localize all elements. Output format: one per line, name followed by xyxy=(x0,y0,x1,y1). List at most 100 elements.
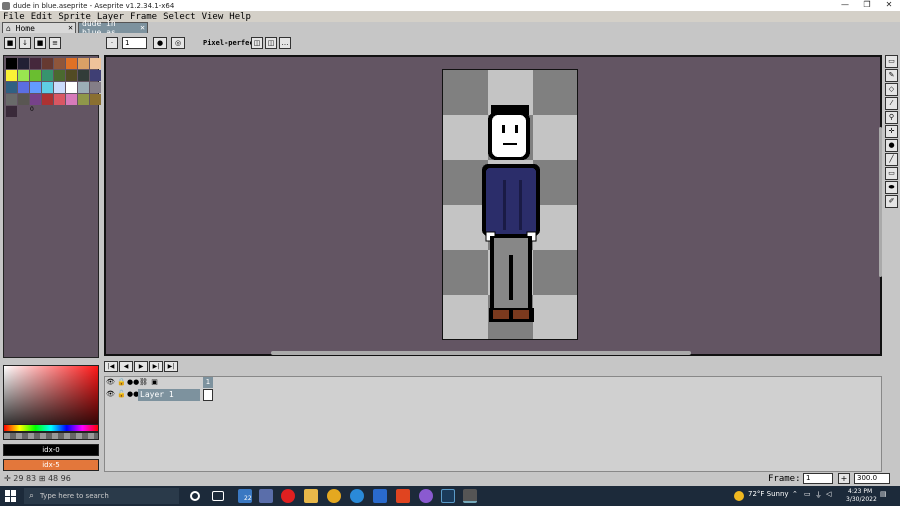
office-icon[interactable] xyxy=(396,489,410,503)
palette-swatch[interactable] xyxy=(6,82,17,93)
rectangle-tool-icon[interactable]: ▭ xyxy=(885,167,898,180)
close-window-button[interactable]: ✕ xyxy=(878,0,900,11)
layer-continuous-icon[interactable]: ●● xyxy=(127,389,139,400)
task-view-icon[interactable] xyxy=(212,491,224,501)
move-tool-icon[interactable]: ✛ xyxy=(885,125,898,138)
clock-date[interactable]: 3/30/2022 xyxy=(846,496,877,503)
edge-icon[interactable] xyxy=(350,489,364,503)
menu-help[interactable]: Help xyxy=(229,12,251,22)
palette-swatch[interactable] xyxy=(18,70,29,81)
horizontal-scrollbar[interactable] xyxy=(271,351,691,355)
lock-layer-icon[interactable]: 🔒 xyxy=(116,377,127,388)
network-icon[interactable]: ▭ xyxy=(804,490,811,498)
notifications-icon[interactable]: ▤ xyxy=(880,490,887,498)
line-tool-icon[interactable]: ╱ xyxy=(885,153,898,166)
palette-swatch[interactable] xyxy=(18,82,29,93)
layer-lock-icon[interactable]: 🔓 xyxy=(116,389,127,400)
palette-swatch[interactable] xyxy=(66,94,77,105)
cel[interactable] xyxy=(203,389,213,401)
palette-swatch[interactable] xyxy=(90,58,101,69)
eraser-tool-icon[interactable]: ◇ xyxy=(885,83,898,96)
file-explorer-icon[interactable] xyxy=(304,489,318,503)
palette-swatch[interactable] xyxy=(54,82,65,93)
zoom-input[interactable]: 300.0 xyxy=(854,473,890,484)
palette-swatch[interactable] xyxy=(54,58,65,69)
play-button[interactable]: ▶ xyxy=(134,361,148,372)
symmetry-icon[interactable]: ◫ xyxy=(251,37,263,49)
brush-size-field[interactable]: 1 xyxy=(122,37,147,49)
cortana-icon[interactable] xyxy=(190,491,200,501)
palette-swatch[interactable] xyxy=(78,70,89,81)
aseprite-taskbar-icon[interactable] xyxy=(463,489,477,503)
tab-home[interactable]: ⌂ Home ✕ xyxy=(2,22,76,33)
alpha-slider[interactable] xyxy=(3,432,99,440)
minimize-button[interactable]: — xyxy=(834,0,856,11)
zoom-tool-icon[interactable]: ⚲ xyxy=(885,111,898,124)
close-tab-home-icon[interactable]: ✕ xyxy=(68,23,73,32)
add-frame-button[interactable]: + xyxy=(838,473,850,484)
opera-icon[interactable] xyxy=(281,489,295,503)
taskbar-search[interactable]: ⌕ Type here to search xyxy=(24,488,179,504)
pixel-perfect-label[interactable]: Pixel-perfect xyxy=(203,39,258,47)
chrome-icon[interactable] xyxy=(327,489,341,503)
visibility-icon[interactable]: 👁 xyxy=(105,377,116,388)
next-frame-button[interactable]: ▶| xyxy=(149,361,163,372)
tray-chevron-icon[interactable]: ⌃ xyxy=(792,490,798,498)
ink-type-icon[interactable]: ● xyxy=(153,37,167,49)
lock-icon[interactable]: ■ xyxy=(4,37,16,49)
palette-swatch[interactable] xyxy=(78,94,89,105)
hue-slider[interactable] xyxy=(3,424,99,432)
steam-icon[interactable] xyxy=(441,489,455,503)
layer-name[interactable]: Layer 1 xyxy=(138,389,200,401)
last-frame-button[interactable]: ▶| xyxy=(164,361,178,372)
browser-icon[interactable] xyxy=(419,489,433,503)
palette-options-icon[interactable]: ■ xyxy=(34,37,46,49)
close-tab-document-icon[interactable]: ✕ xyxy=(140,23,145,32)
prev-frame-button[interactable]: ◀ xyxy=(119,361,133,372)
blur-tool-icon[interactable]: ✐ xyxy=(885,195,898,208)
store-icon[interactable] xyxy=(259,489,273,503)
vertical-scrollbar[interactable] xyxy=(879,127,882,277)
palette-swatch[interactable] xyxy=(90,82,101,93)
fill-tool-icon[interactable]: ● xyxy=(885,139,898,152)
palette-swatch[interactable] xyxy=(66,70,77,81)
palette-swatch[interactable] xyxy=(54,70,65,81)
continuous-icon[interactable]: ●● xyxy=(127,377,139,388)
marquee-tool-icon[interactable]: ▭ xyxy=(885,55,898,68)
eyedropper-tool-icon[interactable]: ⁄ xyxy=(885,97,898,110)
canvas-editor[interactable] xyxy=(104,55,882,356)
symmetry-mode-icon[interactable]: ◫ xyxy=(265,37,277,49)
foreground-color-button[interactable]: idx-0 xyxy=(3,444,99,456)
palette-swatch[interactable] xyxy=(90,94,101,105)
link-icon[interactable]: ⛓ xyxy=(138,377,149,388)
palette-swatch[interactable] xyxy=(42,94,53,105)
opacity-icon[interactable]: ◎ xyxy=(171,37,185,49)
usb-icon[interactable]: ⏚ xyxy=(815,490,822,500)
layer-row[interactable]: 👁 🔓 ●● Layer 1 xyxy=(105,389,200,401)
download-icon[interactable]: ↓ xyxy=(19,37,31,49)
maximize-button[interactable]: ❐ xyxy=(856,0,878,11)
brush-type-icon[interactable]: · xyxy=(106,37,118,49)
palette-swatch[interactable] xyxy=(30,70,41,81)
palette-swatch[interactable] xyxy=(6,106,17,117)
mail-icon[interactable] xyxy=(373,489,387,503)
weather-text[interactable]: 72°F Sunny xyxy=(748,490,789,498)
menu-file[interactable]: File xyxy=(3,12,25,22)
pencil-tool-icon[interactable]: ✎ xyxy=(885,69,898,82)
palette-swatch[interactable] xyxy=(6,94,17,105)
menu-edit[interactable]: Edit xyxy=(31,12,53,22)
palette-swatch[interactable] xyxy=(66,58,77,69)
palette-swatch[interactable] xyxy=(42,82,53,93)
palette-swatch[interactable] xyxy=(66,82,77,93)
layer-visibility-icon[interactable]: 👁 xyxy=(105,389,116,400)
palette-swatch[interactable] xyxy=(78,58,89,69)
palette-swatch[interactable] xyxy=(42,70,53,81)
volume-icon[interactable]: ◁ xyxy=(826,490,831,498)
windows-start-icon[interactable] xyxy=(5,490,17,502)
frame-header[interactable]: 1 xyxy=(203,377,213,388)
layers-pane[interactable]: 👁 🔒 ●● ⛓ ▣ 1 👁 🔓 ●● Layer 1 xyxy=(104,376,882,472)
clock-time[interactable]: 4:23 PM xyxy=(848,488,872,495)
palette-swatch[interactable] xyxy=(30,58,41,69)
ellipse-tool-icon[interactable]: ⬬ xyxy=(885,181,898,194)
sprite-canvas[interactable] xyxy=(442,69,578,340)
